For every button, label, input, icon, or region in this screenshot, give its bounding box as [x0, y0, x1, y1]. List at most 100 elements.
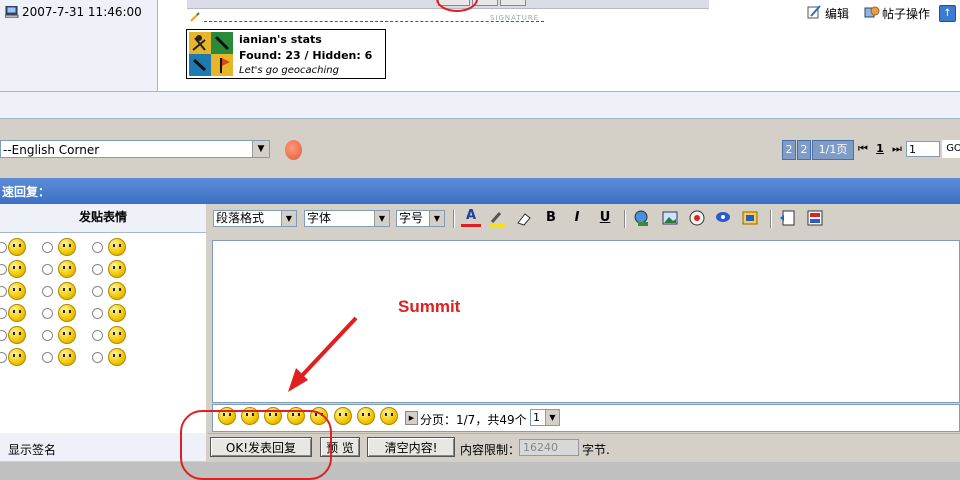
smiley-icon[interactable] — [8, 238, 26, 256]
next-page-icon[interactable]: ▶ — [405, 411, 418, 425]
emoticon-icon[interactable] — [334, 407, 352, 425]
smiley-icon[interactable] — [58, 238, 76, 256]
smiley-icon[interactable] — [58, 304, 76, 322]
smiley-icon[interactable] — [108, 260, 126, 278]
edit-link[interactable]: 编辑 — [825, 5, 849, 22]
smiley-icon[interactable] — [8, 326, 26, 344]
smiley-icon[interactable] — [108, 348, 126, 366]
chevron-down-icon[interactable]: ▼ — [252, 141, 269, 157]
geocaching-logo-tile — [189, 54, 211, 76]
back-to-top-icon[interactable]: ↑ — [939, 5, 956, 22]
smiley-radio[interactable] — [42, 286, 53, 297]
post-operations-link[interactable]: 帖子操作 — [882, 5, 930, 22]
go-button[interactable]: GO — [942, 140, 960, 158]
smiley-radio[interactable] — [92, 352, 103, 363]
annotation-arrow — [288, 316, 358, 392]
table-icon[interactable] — [741, 209, 759, 227]
post-datetime: 2007-7-31 11:46:00 — [22, 5, 142, 19]
smiley-icon[interactable] — [108, 238, 126, 256]
underline-icon[interactable]: U — [595, 208, 615, 228]
smiley-radio[interactable] — [42, 308, 53, 319]
pager: 2 2 1/1页 ⏮ 1 ⏭ 1 GO — [782, 140, 960, 160]
smiley-icon[interactable] — [58, 282, 76, 300]
annotation-circle — [180, 410, 332, 480]
smiley-radio[interactable] — [92, 308, 103, 319]
first-page-icon[interactable]: ⏮ — [856, 140, 870, 158]
highlight-icon[interactable] — [488, 210, 506, 228]
font-size-select[interactable]: 字号 ▼ — [396, 210, 445, 227]
smiley-radio[interactable] — [42, 264, 53, 275]
chevron-down-icon[interactable]: ▼ — [429, 211, 444, 226]
paragraph-format-value: 段落格式 — [216, 211, 265, 225]
smiley-radio[interactable] — [42, 242, 53, 253]
paragraph-format-select[interactable]: 段落格式 ▼ — [213, 210, 297, 227]
status-dot-icon — [285, 140, 302, 160]
font-value: 字体 — [307, 211, 332, 225]
smiley-radio[interactable] — [92, 242, 103, 253]
annotation-label: Summit — [398, 297, 461, 316]
content-limit-field: 16240 — [519, 439, 579, 456]
smiley-radio[interactable] — [92, 264, 103, 275]
smiley-icon[interactable] — [8, 304, 26, 322]
signature-label: SIGNATURE — [490, 14, 540, 22]
post-smiley-panel — [0, 204, 208, 433]
toolbar-separator — [453, 210, 455, 228]
smiley-icon[interactable] — [58, 348, 76, 366]
toolbar-separator — [770, 210, 772, 228]
smiley-icon[interactable] — [108, 282, 126, 300]
forum-jump-select[interactable]: --English Corner ▼ — [0, 140, 270, 158]
smiley-icon[interactable] — [58, 260, 76, 278]
emoticon-icon[interactable] — [380, 407, 398, 425]
smiley-radio[interactable] — [42, 330, 53, 341]
pager-current-page[interactable]: 1 — [874, 140, 886, 158]
stats-tagline: Let's go geocaching — [239, 65, 339, 76]
emoticon-icon[interactable] — [357, 407, 375, 425]
post-operations-icon[interactable] — [864, 5, 880, 19]
font-select[interactable]: 字体 ▼ — [304, 210, 390, 227]
smiley-radio[interactable] — [92, 286, 103, 297]
stats-title: ianian's stats — [239, 33, 322, 46]
bold-icon[interactable]: B — [541, 208, 561, 228]
link-icon[interactable] — [633, 209, 651, 227]
chevron-down-icon[interactable]: ▼ — [281, 211, 296, 226]
smiley-icon[interactable] — [8, 260, 26, 278]
post-info-row — [0, 92, 960, 119]
smiley-icon[interactable] — [8, 282, 26, 300]
text-color-icon[interactable]: A — [461, 208, 481, 227]
emoticon-page-info: 分页：1/7，共49个 — [420, 413, 527, 427]
geocaching-logo-tile — [211, 32, 233, 54]
eraser-icon[interactable] — [515, 210, 533, 228]
geocaching-stats-banner[interactable]: ianian's stats Found: 23 / Hidden: 6 Let… — [186, 29, 386, 79]
clear-content-button[interactable]: 清空内容! — [367, 437, 455, 457]
image-icon[interactable] — [661, 209, 679, 227]
emoticon-page-select[interactable]: 1 ▼ — [530, 409, 560, 426]
italic-icon[interactable]: I — [567, 208, 587, 228]
insert-code-icon[interactable] — [779, 209, 797, 227]
smiley-icon[interactable] — [8, 348, 26, 366]
chevron-down-icon[interactable]: ▼ — [545, 410, 559, 425]
smiley-icon[interactable] — [108, 304, 126, 322]
pager-page-info: 1/1页 — [812, 140, 854, 160]
post-button[interactable] — [500, 0, 526, 6]
smiley-radio[interactable] — [42, 352, 53, 363]
chevron-down-icon[interactable]: ▼ — [374, 211, 389, 226]
page-number-input[interactable]: 1 — [906, 141, 940, 157]
smiley-icon[interactable] — [108, 326, 126, 344]
last-page-icon[interactable]: ⏭ — [890, 140, 904, 158]
geocaching-logo-tile — [211, 54, 233, 76]
pager-page-link[interactable]: 2 — [797, 140, 811, 160]
flash-icon[interactable] — [688, 209, 706, 227]
smiley-panel-title: 发贴表情 — [78, 210, 127, 224]
quote-icon[interactable] — [806, 209, 824, 227]
media-icon[interactable] — [714, 209, 732, 227]
computer-icon — [5, 6, 19, 18]
smiley-radio[interactable] — [92, 330, 103, 341]
pager-page-link[interactable]: 2 — [782, 140, 796, 160]
smiley-icon[interactable] — [58, 326, 76, 344]
page-footer — [0, 462, 960, 480]
show-signature-label[interactable]: 显示签名 — [8, 441, 56, 458]
edit-icon[interactable] — [807, 5, 821, 19]
toolbar-separator — [624, 210, 626, 228]
pencil-icon — [190, 12, 200, 22]
emoticon-page-value: 1 — [533, 411, 540, 424]
